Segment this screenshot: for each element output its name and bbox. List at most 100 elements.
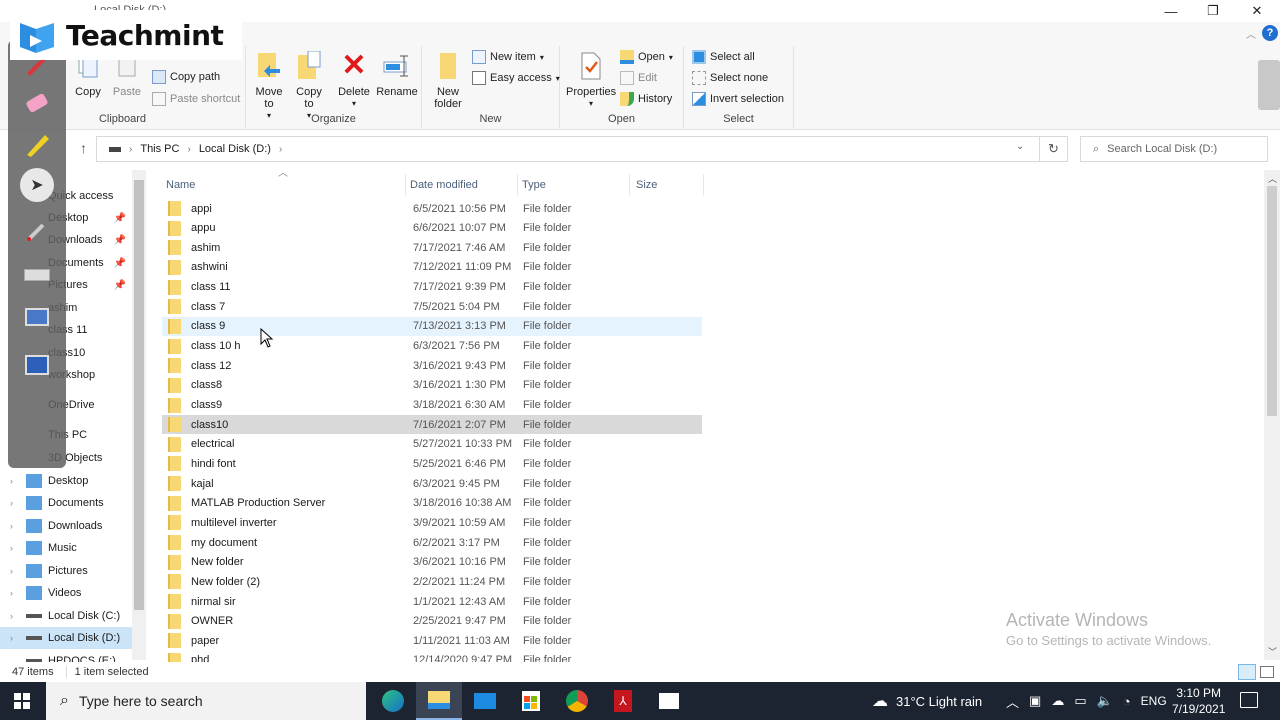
column-header-name[interactable]: Name — [166, 174, 406, 196]
mail-app-icon[interactable] — [462, 682, 508, 720]
chrome-app-icon[interactable] — [554, 682, 600, 720]
file-row[interactable]: MATLAB Production Server 3/18/2016 10:38 … — [162, 494, 702, 513]
nav-item[interactable]: › Pictures — [0, 560, 132, 582]
file-row[interactable]: class8 3/16/2021 1:30 PM File folder — [162, 376, 702, 395]
expand-chevron-icon[interactable]: › — [10, 588, 26, 598]
details-view-icon[interactable] — [1238, 664, 1256, 680]
expand-chevron-icon[interactable]: › — [10, 476, 26, 486]
side-widget[interactable] — [1258, 60, 1280, 110]
file-list-scrollbar[interactable]: ︿ ﹀ — [1264, 170, 1280, 660]
file-row[interactable]: my document 6/2/2021 3:17 PM File folder — [162, 533, 702, 552]
nav-item[interactable]: › Music — [0, 537, 132, 559]
column-header-size[interactable]: Size — [630, 174, 704, 196]
file-row[interactable]: kajal 6/3/2021 9:45 PM File folder — [162, 474, 702, 493]
nav-item[interactable]: › Local Disk (C:) — [0, 605, 132, 627]
onedrive-icon[interactable]: ☁ — [1051, 693, 1064, 709]
start-button[interactable] — [14, 693, 30, 709]
maximize-button[interactable]: ❐ — [1192, 0, 1234, 22]
nav-item[interactable]: › Downloads — [0, 515, 132, 537]
breadcrumb-local-disk[interactable]: Local Disk (D:) — [199, 143, 271, 155]
edit-button[interactable]: Edit — [620, 71, 657, 85]
file-row[interactable]: ashim 7/17/2021 7:46 AM File folder — [162, 238, 702, 257]
nav-item[interactable]: › Documents — [0, 492, 132, 514]
file-row[interactable]: class9 3/18/2021 6:30 AM File folder — [162, 396, 702, 415]
highlighter-tool-icon[interactable] — [20, 130, 54, 160]
language-indicator[interactable]: ENG — [1141, 694, 1167, 708]
scroll-up-icon[interactable]: ︿ — [1268, 172, 1277, 185]
column-header-type[interactable]: Type — [518, 174, 630, 196]
nav-scroll-thumb[interactable] — [134, 180, 144, 610]
screen-capture-tool-icon[interactable] — [20, 302, 54, 332]
taskbar-search[interactable]: ⌕ Type here to search — [46, 682, 366, 720]
file-list-scroll-thumb[interactable] — [1267, 186, 1277, 416]
notifications-icon[interactable] — [1240, 692, 1258, 708]
nav-item[interactable]: › Desktop — [0, 470, 132, 492]
clock[interactable]: 3:10 PM 7/19/2021 — [1172, 685, 1225, 717]
expand-chevron-icon[interactable]: › — [10, 633, 26, 643]
expand-chevron-icon[interactable]: › — [10, 611, 26, 621]
file-row[interactable]: class 7 7/5/2021 5:04 PM File folder — [162, 297, 702, 316]
file-row[interactable]: class 11 7/17/2021 9:39 PM File folder — [162, 278, 702, 297]
select-none-button[interactable]: Select none — [692, 71, 768, 85]
expand-chevron-icon[interactable]: › — [10, 543, 26, 553]
meet-now-icon[interactable]: ▣ — [1029, 693, 1041, 709]
file-row[interactable]: New folder 3/6/2021 10:16 PM File folder — [162, 553, 702, 572]
acrobat-app-icon[interactable]: ⅄ — [600, 682, 646, 720]
wifi-icon[interactable]: ◔ — [1123, 694, 1131, 709]
file-row[interactable]: hindi font 5/25/2021 6:46 PM File folder — [162, 454, 702, 473]
history-button[interactable]: History — [620, 92, 672, 106]
move-to-button[interactable]: Move to ▾ — [252, 50, 286, 122]
file-row[interactable]: paper 1/11/2021 11:03 AM File folder — [162, 631, 702, 650]
file-row[interactable]: electrical 5/27/2021 10:33 PM File folder — [162, 435, 702, 454]
file-row[interactable]: New folder (2) 2/2/2021 11:24 PM File fold… — [162, 572, 702, 591]
address-bar[interactable]: › This PC › Local Disk (D:) › — [96, 136, 1040, 162]
edge-app-icon[interactable] — [370, 682, 416, 720]
address-dropdown-icon[interactable]: ⌄ — [1016, 141, 1024, 152]
nav-item[interactable]: › Local Disk (D:) — [0, 627, 132, 649]
file-row[interactable]: nirmal sir 1/1/2021 12:43 AM File folder — [162, 592, 702, 611]
file-row[interactable]: ashwini 7/12/2021 11:09 PM File folder — [162, 258, 702, 277]
file-row[interactable]: multilevel inverter 3/9/2021 10:59 AM File… — [162, 513, 702, 532]
breadcrumb-this-pc[interactable]: This PC — [140, 143, 179, 155]
close-button[interactable]: ✕ — [1236, 0, 1278, 22]
expand-chevron-icon[interactable]: › — [10, 521, 26, 531]
delete-button[interactable]: ✕ Delete ▾ — [336, 50, 372, 110]
file-row[interactable]: class 12 3/16/2021 9:43 PM File folder — [162, 356, 702, 375]
rename-button[interactable]: Rename — [376, 50, 418, 98]
new-folder-button[interactable]: New folder — [430, 50, 466, 110]
scroll-down-icon[interactable]: ﹀ — [1268, 645, 1277, 658]
file-row[interactable]: class 10 h 6/3/2021 7:56 PM File folder — [162, 337, 702, 356]
file-explorer-app-icon[interactable] — [416, 682, 462, 720]
file-row[interactable]: class 9 7/13/2021 3:13 PM File folder — [162, 316, 702, 336]
battery-icon[interactable]: ▭ — [1074, 693, 1086, 709]
volume-icon[interactable]: 🔈 — [1097, 693, 1113, 709]
file-row[interactable]: appi 6/5/2021 10:56 PM File folder — [162, 199, 702, 218]
refresh-button[interactable]: ↻ — [1040, 136, 1068, 162]
expand-chevron-icon[interactable]: › — [10, 498, 26, 508]
large-icons-view-icon[interactable] — [1260, 666, 1274, 678]
new-item-button[interactable]: New item ▾ — [472, 50, 544, 64]
nav-scrollbar[interactable] — [132, 170, 146, 660]
file-row[interactable]: OWNER 2/25/2021 9:47 PM File folder — [162, 612, 702, 631]
invert-selection-button[interactable]: Invert selection — [692, 92, 784, 106]
column-header-date[interactable]: Date modified — [406, 174, 518, 196]
help-button[interactable]: ? — [1262, 25, 1278, 41]
easy-access-button[interactable]: Easy access ▾ — [472, 71, 560, 85]
properties-button[interactable]: Properties ▾ — [566, 50, 616, 110]
keyboard-tool-icon[interactable] — [20, 260, 54, 290]
whiteboard-tool-icon[interactable] — [20, 350, 54, 380]
select-all-button[interactable]: Select all — [692, 50, 755, 64]
laser-tool-icon[interactable] — [20, 216, 54, 246]
copy-path-button[interactable]: Copy path — [152, 70, 220, 84]
open-button[interactable]: Open ▾ — [620, 50, 673, 64]
expand-chevron-icon[interactable]: › — [10, 566, 26, 576]
store-app-icon[interactable] — [508, 682, 554, 720]
show-hidden-icons-chevron[interactable]: ︿ — [1006, 692, 1019, 711]
pointer-tool-icon[interactable]: ➤ — [20, 168, 54, 202]
paste-shortcut-button[interactable]: Paste shortcut — [152, 92, 240, 106]
collapse-ribbon-icon[interactable]: ︿ — [1246, 26, 1256, 41]
minimize-button[interactable]: — — [1150, 0, 1192, 22]
file-row[interactable]: class10 7/16/2021 2:07 PM File folder — [162, 415, 702, 435]
weather-widget[interactable]: ☁ 31°C Light rain — [872, 682, 982, 720]
whiteboard-app-icon[interactable] — [646, 682, 692, 720]
